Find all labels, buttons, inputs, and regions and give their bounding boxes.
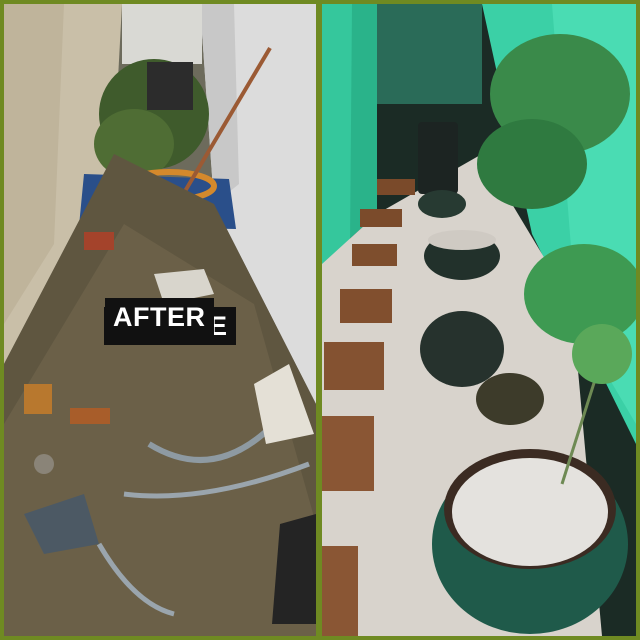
after-photo — [322, 4, 636, 636]
after-label: AFTER — [105, 298, 214, 336]
after-scene — [322, 4, 636, 636]
